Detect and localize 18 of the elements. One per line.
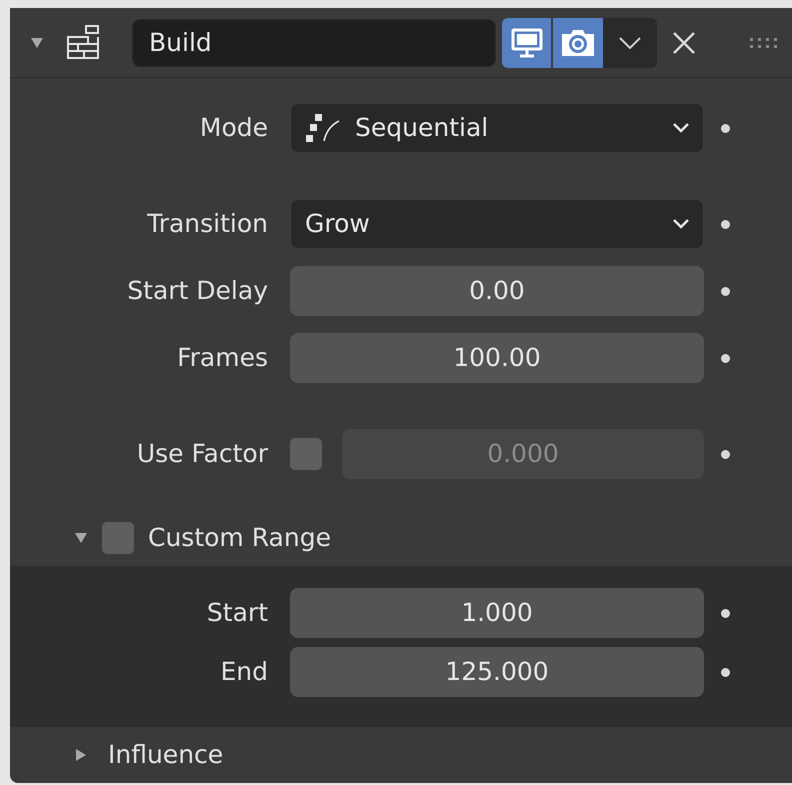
number-field[interactable]: 1.000 bbox=[290, 588, 704, 638]
field-label: End bbox=[219, 656, 269, 688]
number-field[interactable]: 125.000 bbox=[290, 647, 704, 697]
subpanel-header[interactable]: Influence bbox=[108, 736, 224, 774]
name-field[interactable]: Build bbox=[132, 18, 496, 66]
number-field[interactable]: 0.00 bbox=[290, 266, 704, 316]
subpanel-header[interactable]: Custom Range bbox=[148, 519, 331, 557]
dropdown-value: Grow bbox=[305, 208, 370, 240]
dropdown-field[interactable]: Grow bbox=[290, 199, 704, 249]
field-label: Transition bbox=[146, 208, 269, 240]
field-label: Start Delay bbox=[126, 275, 269, 308]
field-label: Mode bbox=[198, 112, 269, 144]
number-field[interactable]: 100.00 bbox=[290, 333, 704, 383]
dropdown-value: Sequential bbox=[355, 112, 488, 144]
dropdown-field[interactable]: Sequential bbox=[290, 103, 704, 153]
field-label: Frames bbox=[176, 342, 269, 374]
field-label: Start bbox=[206, 597, 269, 630]
field-label: Use Factor bbox=[136, 438, 269, 470]
